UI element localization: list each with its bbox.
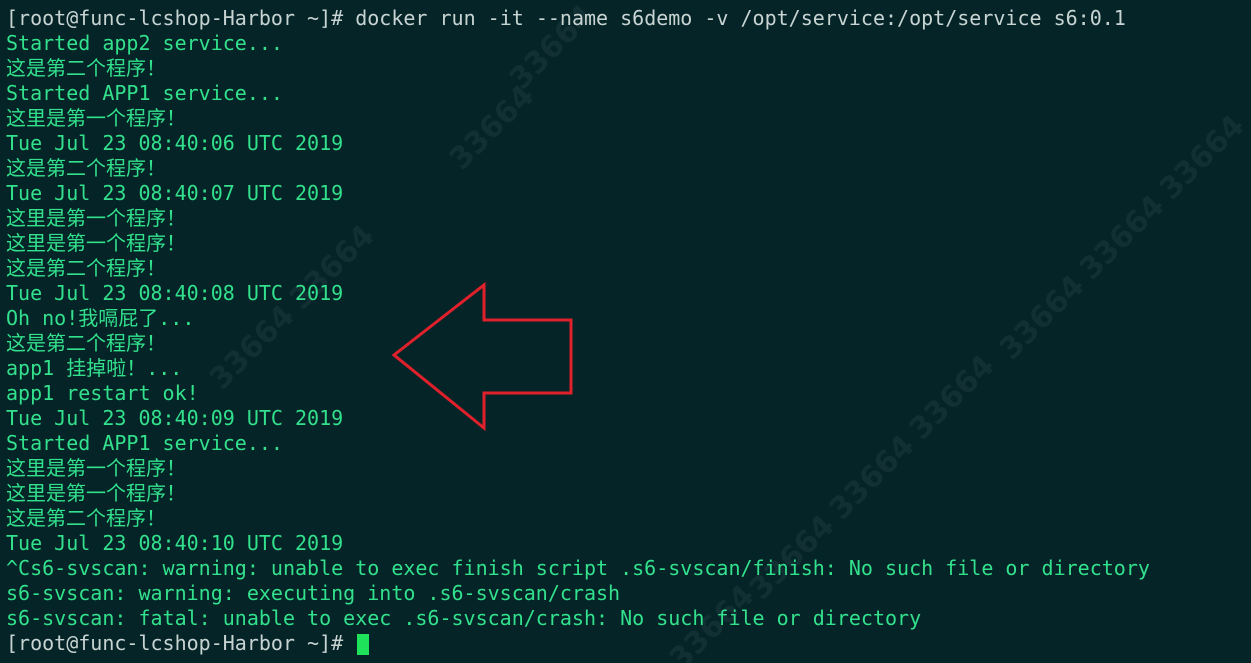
output-line: 这是第二个程序！ <box>6 506 166 530</box>
watermark: 33664 <box>442 78 542 177</box>
output-line: 这是第二个程序！ <box>6 331 166 355</box>
output-line: Tue Jul 23 08:40:10 UTC 2019 <box>6 531 344 555</box>
output-line: s6-svscan: fatal: unable to exec .s6-svs… <box>6 606 922 630</box>
output-line: 这里是第一个程序！ <box>6 481 186 505</box>
output-line: Started APP1 service... <box>6 81 283 105</box>
output-line: app1 restart ok! <box>6 381 199 405</box>
output-line: Tue Jul 23 08:40:06 UTC 2019 <box>6 131 344 155</box>
prompt-text: [root@func-lcshop-Harbor ~]# <box>6 631 356 655</box>
output-line: 这是第二个程序！ <box>6 56 166 80</box>
output-line: Tue Jul 23 08:40:09 UTC 2019 <box>6 406 344 430</box>
output-line: 这里是第一个程序！ <box>6 206 186 230</box>
prompt-text: [root@func-lcshop-Harbor ~]# <box>6 6 356 30</box>
arrow-shape <box>391 281 573 432</box>
final-prompt-line[interactable]: [root@func-lcshop-Harbor ~]# <box>6 631 370 656</box>
output-line: 这里是第一个程序！ <box>6 106 186 130</box>
watermark: 33664 <box>822 428 922 527</box>
watermark: 33664 <box>1152 108 1251 207</box>
watermark: 33664 <box>902 348 1002 447</box>
output-line: Oh no!我嗝屁了... <box>6 306 195 330</box>
output-line: Started APP1 service... <box>6 431 283 455</box>
watermark: 33664 <box>992 268 1092 367</box>
output-line: s6-svscan: warning: executing into .s6-s… <box>6 581 621 605</box>
cursor <box>357 634 370 655</box>
command-line: [root@func-lcshop-Harbor ~]# docker run … <box>6 6 1126 31</box>
command-text: docker run -it --name s6demo -v /opt/ser… <box>355 6 1126 30</box>
output-line: Tue Jul 23 08:40:08 UTC 2019 <box>6 281 344 305</box>
output-line: Tue Jul 23 08:40:07 UTC 2019 <box>6 181 344 205</box>
output-line: 这里是第一个程序！ <box>6 456 186 480</box>
output-line: ^Cs6-svscan: warning: unable to exec fin… <box>6 556 1150 580</box>
output-line: 这里是第一个程序！ <box>6 231 186 255</box>
watermark: 33664 <box>202 298 302 397</box>
output-line: Started app2 service... <box>6 31 283 55</box>
output-line: 这是第二个程序！ <box>6 256 166 280</box>
terminal-window[interactable]: 33664 33664 33664 33664 33664 33664 3366… <box>0 0 1251 663</box>
watermark: 33664 <box>1072 188 1172 287</box>
output-line: app1 挂掉啦！... <box>6 356 183 380</box>
output-line: 这是第二个程序！ <box>6 156 166 180</box>
